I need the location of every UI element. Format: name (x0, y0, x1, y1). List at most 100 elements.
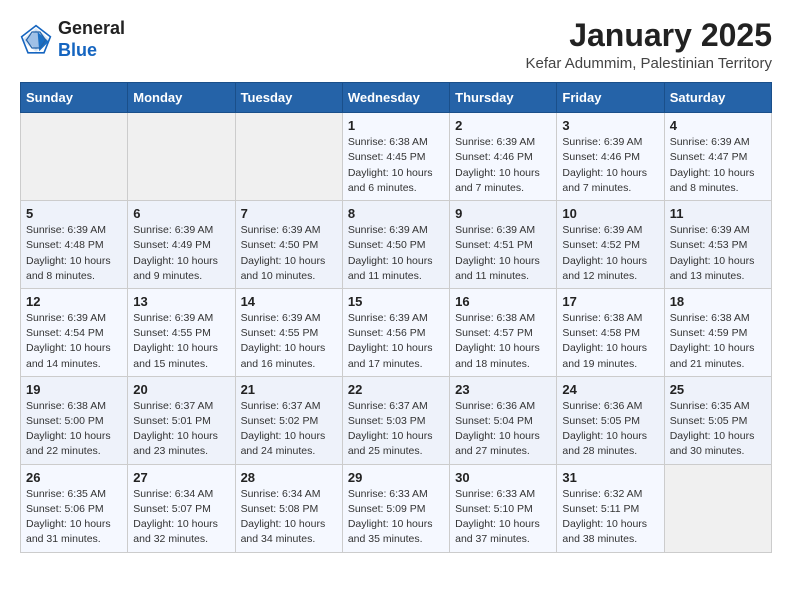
calendar-cell: 11 Sunrise: 6:39 AM Sunset: 4:53 PM Dayli… (664, 201, 771, 289)
day-number: 20 (133, 382, 229, 397)
day-number: 15 (348, 294, 444, 309)
calendar-week-row: 26Sunrise: 6:35 AM Sunset: 5:06 PM Dayli… (21, 464, 772, 552)
weekday-header-monday: Monday (128, 83, 235, 113)
day-number: 28 (241, 470, 337, 485)
day-number: 10 (562, 206, 658, 221)
calendar-cell: 31 Sunrise: 6:32 AM Sunset: 5:11 PM Dayli… (557, 464, 664, 552)
day-info: Sunrise: 6:38 AM Sunset: 4:57 PM Dayligh… (455, 311, 551, 372)
day-info: Sunrise: 6:39 AM Sunset: 4:49 PM Dayligh… (133, 223, 229, 284)
day-info: Sunrise: 6:39 AM Sunset: 4:56 PM Dayligh… (348, 311, 444, 372)
calendar-cell: 24Sunrise: 6:36 AM Sunset: 5:05 PM Dayli… (557, 376, 664, 464)
day-info: Sunrise: 6:33 AM Sunset: 5:10 PM Dayligh… (455, 487, 551, 548)
calendar-cell: 25 Sunrise: 6:35 AM Sunset: 5:05 PM Dayli… (664, 376, 771, 464)
day-info: Sunrise: 6:39 AM Sunset: 4:53 PM Dayligh… (670, 223, 766, 284)
day-info: Sunrise: 6:39 AM Sunset: 4:47 PM Dayligh… (670, 135, 766, 196)
calendar-week-row: 19 Sunrise: 6:38 AM Sunset: 5:00 PM Dayli… (21, 376, 772, 464)
day-number: 19 (26, 382, 122, 397)
day-info: Sunrise: 6:38 AM Sunset: 5:00 PM Dayligh… (26, 399, 122, 460)
day-info: Sunrise: 6:39 AM Sunset: 4:52 PM Dayligh… (562, 223, 658, 284)
weekday-header-wednesday: Wednesday (342, 83, 449, 113)
day-info: Sunrise: 6:39 AM Sunset: 4:55 PM Dayligh… (133, 311, 229, 372)
day-number: 30 (455, 470, 551, 485)
day-number: 5 (26, 206, 122, 221)
calendar-title: January 2025 (526, 18, 772, 53)
day-number: 31 (562, 470, 658, 485)
day-info: Sunrise: 6:39 AM Sunset: 4:46 PM Dayligh… (562, 135, 658, 196)
logo-icon (20, 24, 52, 56)
calendar-cell (235, 113, 342, 201)
day-info: Sunrise: 6:37 AM Sunset: 5:01 PM Dayligh… (133, 399, 229, 460)
calendar-cell: 7Sunrise: 6:39 AM Sunset: 4:50 PM Daylig… (235, 201, 342, 289)
calendar-cell: 5Sunrise: 6:39 AM Sunset: 4:48 PM Daylig… (21, 201, 128, 289)
calendar-week-row: 5Sunrise: 6:39 AM Sunset: 4:48 PM Daylig… (21, 201, 772, 289)
calendar-cell: 29 Sunrise: 6:33 AM Sunset: 5:09 PM Dayli… (342, 464, 449, 552)
day-info: Sunrise: 6:34 AM Sunset: 5:07 PM Dayligh… (133, 487, 229, 548)
weekday-header-sunday: Sunday (21, 83, 128, 113)
day-number: 9 (455, 206, 551, 221)
logo: General Blue (20, 18, 125, 61)
day-number: 16 (455, 294, 551, 309)
day-number: 2 (455, 118, 551, 133)
day-info: Sunrise: 6:34 AM Sunset: 5:08 PM Dayligh… (241, 487, 337, 548)
day-info: Sunrise: 6:37 AM Sunset: 5:03 PM Dayligh… (348, 399, 444, 460)
logo-text: General Blue (58, 18, 125, 61)
day-number: 6 (133, 206, 229, 221)
calendar-table: SundayMondayTuesdayWednesdayThursdayFrid… (20, 82, 772, 552)
calendar-subtitle: Kefar Adummim, Palestinian Territory (526, 55, 772, 72)
logo-general: General (58, 18, 125, 38)
calendar-cell: 20 Sunrise: 6:37 AM Sunset: 5:01 PM Dayli… (128, 376, 235, 464)
weekday-header-tuesday: Tuesday (235, 83, 342, 113)
calendar-cell: 8Sunrise: 6:39 AM Sunset: 4:50 PM Daylig… (342, 201, 449, 289)
day-number: 14 (241, 294, 337, 309)
calendar-cell: 14 Sunrise: 6:39 AM Sunset: 4:55 PM Dayli… (235, 288, 342, 376)
day-info: Sunrise: 6:36 AM Sunset: 5:05 PM Dayligh… (562, 399, 658, 460)
day-info: Sunrise: 6:39 AM Sunset: 4:55 PM Dayligh… (241, 311, 337, 372)
day-number: 26 (26, 470, 122, 485)
calendar-cell: 3 Sunrise: 6:39 AM Sunset: 4:46 PM Daylig… (557, 113, 664, 201)
calendar-cell: 16 Sunrise: 6:38 AM Sunset: 4:57 PM Dayli… (450, 288, 557, 376)
day-info: Sunrise: 6:35 AM Sunset: 5:05 PM Dayligh… (670, 399, 766, 460)
day-info: Sunrise: 6:39 AM Sunset: 4:51 PM Dayligh… (455, 223, 551, 284)
day-number: 12 (26, 294, 122, 309)
calendar-week-row: 1Sunrise: 6:38 AM Sunset: 4:45 PM Daylig… (21, 113, 772, 201)
calendar-cell: 2 Sunrise: 6:39 AM Sunset: 4:46 PM Daylig… (450, 113, 557, 201)
day-number: 4 (670, 118, 766, 133)
calendar-cell (128, 113, 235, 201)
calendar-cell: 17Sunrise: 6:38 AM Sunset: 4:58 PM Dayli… (557, 288, 664, 376)
day-info: Sunrise: 6:32 AM Sunset: 5:11 PM Dayligh… (562, 487, 658, 548)
day-info: Sunrise: 6:33 AM Sunset: 5:09 PM Dayligh… (348, 487, 444, 548)
calendar-cell: 22 Sunrise: 6:37 AM Sunset: 5:03 PM Dayli… (342, 376, 449, 464)
day-info: Sunrise: 6:38 AM Sunset: 4:58 PM Dayligh… (562, 311, 658, 372)
calendar-cell: 10 Sunrise: 6:39 AM Sunset: 4:52 PM Dayli… (557, 201, 664, 289)
calendar-cell: 30 Sunrise: 6:33 AM Sunset: 5:10 PM Dayli… (450, 464, 557, 552)
calendar-cell: 28 Sunrise: 6:34 AM Sunset: 5:08 PM Dayli… (235, 464, 342, 552)
calendar-cell: 12 Sunrise: 6:39 AM Sunset: 4:54 PM Dayli… (21, 288, 128, 376)
day-number: 3 (562, 118, 658, 133)
calendar-cell: 6 Sunrise: 6:39 AM Sunset: 4:49 PM Daylig… (128, 201, 235, 289)
day-info: Sunrise: 6:36 AM Sunset: 5:04 PM Dayligh… (455, 399, 551, 460)
day-info: Sunrise: 6:39 AM Sunset: 4:54 PM Dayligh… (26, 311, 122, 372)
calendar-page: General Blue January 2025 Kefar Adummim,… (0, 0, 792, 571)
calendar-cell: 19 Sunrise: 6:38 AM Sunset: 5:00 PM Dayli… (21, 376, 128, 464)
calendar-cell: 13 Sunrise: 6:39 AM Sunset: 4:55 PM Dayli… (128, 288, 235, 376)
day-number: 22 (348, 382, 444, 397)
day-number: 18 (670, 294, 766, 309)
day-number: 25 (670, 382, 766, 397)
calendar-cell: 27Sunrise: 6:34 AM Sunset: 5:07 PM Dayli… (128, 464, 235, 552)
day-number: 13 (133, 294, 229, 309)
calendar-cell (21, 113, 128, 201)
day-number: 8 (348, 206, 444, 221)
header: General Blue January 2025 Kefar Adummim,… (20, 18, 772, 72)
calendar-cell: 9 Sunrise: 6:39 AM Sunset: 4:51 PM Daylig… (450, 201, 557, 289)
day-number: 11 (670, 206, 766, 221)
calendar-cell: 18Sunrise: 6:38 AM Sunset: 4:59 PM Dayli… (664, 288, 771, 376)
calendar-cell: 23Sunrise: 6:36 AM Sunset: 5:04 PM Dayli… (450, 376, 557, 464)
calendar-cell: 26Sunrise: 6:35 AM Sunset: 5:06 PM Dayli… (21, 464, 128, 552)
calendar-cell: 21Sunrise: 6:37 AM Sunset: 5:02 PM Dayli… (235, 376, 342, 464)
weekday-header-row: SundayMondayTuesdayWednesdayThursdayFrid… (21, 83, 772, 113)
title-block: January 2025 Kefar Adummim, Palestinian … (526, 18, 772, 72)
day-number: 1 (348, 118, 444, 133)
day-number: 29 (348, 470, 444, 485)
day-info: Sunrise: 6:39 AM Sunset: 4:46 PM Dayligh… (455, 135, 551, 196)
calendar-cell: 4 Sunrise: 6:39 AM Sunset: 4:47 PM Daylig… (664, 113, 771, 201)
